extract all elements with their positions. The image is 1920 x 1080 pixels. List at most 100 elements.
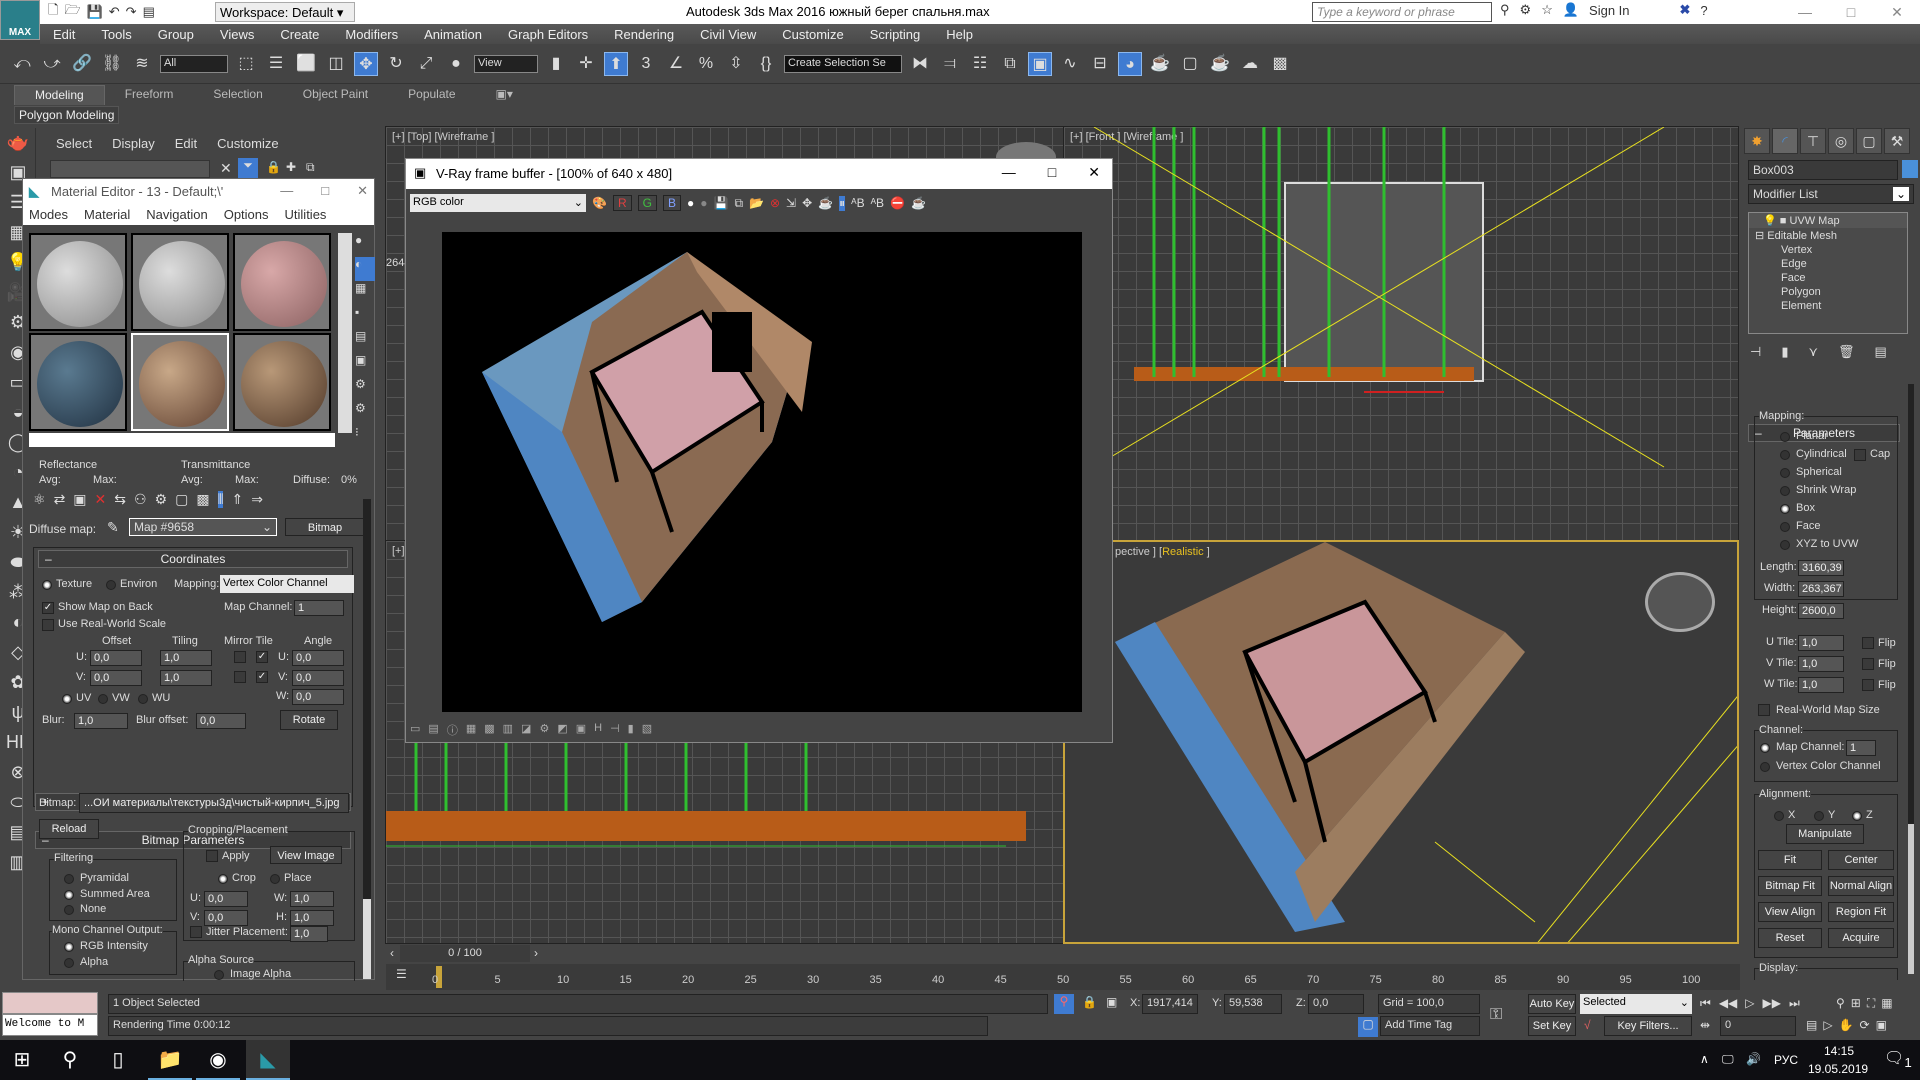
schematic-view-icon[interactable]: ⊟ (1088, 52, 1112, 76)
select-by-material-icon[interactable]: ⚙ (355, 401, 375, 425)
reset-button[interactable]: Reset (1758, 928, 1822, 948)
configure-sets-icon[interactable]: ▤ (1875, 344, 1887, 360)
maximize-button[interactable]: □ (1048, 164, 1056, 181)
channel-dropdown[interactable]: RGB color ⌄ (410, 194, 586, 212)
white-channel-icon[interactable]: ● (687, 196, 694, 210)
key-mode-toggle-icon[interactable]: ⇹ (1700, 1018, 1710, 1032)
jitter-checkbox[interactable] (190, 926, 202, 938)
time-slider-thumb[interactable]: 0 / 100 (400, 945, 530, 962)
chrome-icon[interactable]: ◉ (196, 1040, 240, 1080)
menu-customize[interactable]: Customize (769, 27, 856, 42)
u-angle-spinner[interactable]: 0,0 (292, 650, 344, 666)
v-tiling-spinner[interactable]: 1,0 (160, 670, 212, 686)
shrink-wrap-radio[interactable] (1780, 486, 1790, 496)
material-id-icon[interactable]: ⚙ (155, 491, 168, 508)
rendered-frame-window-icon[interactable]: ▢ (1178, 52, 1202, 76)
motion-tab-icon[interactable]: ◎ (1828, 128, 1854, 154)
stack-item-uvw-map[interactable]: 💡 ■ UVW Map (1749, 213, 1907, 228)
maxscript-mini-listener[interactable]: Welcome to M (2, 1014, 98, 1036)
rgb-intensity-radio[interactable] (64, 942, 74, 952)
curve-icon[interactable]: ▩ (484, 722, 494, 738)
zoom-all-icon[interactable]: ⊞ (1851, 996, 1861, 1011)
select-by-name-icon[interactable]: ☰ (264, 52, 288, 76)
lut-icon[interactable]: H (594, 722, 602, 738)
maxscript-mini-listener-pink[interactable] (2, 992, 98, 1014)
fit-button[interactable]: Fit (1758, 850, 1822, 870)
ribbon-tab-object-paint[interactable]: Object Paint (283, 85, 388, 105)
new-file-icon[interactable]: 🗋 (48, 1, 58, 23)
select-object-icon[interactable]: ⬚ (234, 52, 258, 76)
show-in-viewport-icon[interactable]: ▩ (196, 491, 209, 508)
auto-key-button[interactable]: Auto Key (1528, 994, 1576, 1014)
region-fit-button[interactable]: Region Fit (1828, 902, 1894, 922)
scroll-thumb[interactable] (363, 899, 371, 979)
hierarchy-icon[interactable]: ⧉ (306, 160, 315, 175)
material-slot-6[interactable] (233, 333, 331, 431)
pan-icon[interactable]: ✋ (1839, 1018, 1854, 1032)
maximize-viewport-icon[interactable]: ▣ (1876, 1018, 1887, 1032)
backlight-icon[interactable]: ◐ (355, 257, 375, 281)
keyboard-shortcut-override-icon[interactable]: ⬆ (604, 52, 628, 76)
time-config-icon[interactable]: ▤ (1806, 1018, 1817, 1032)
menu-create[interactable]: Create (267, 27, 332, 42)
scroll-thumb[interactable] (1908, 824, 1914, 974)
zoom-icon[interactable]: ⚲ (1836, 996, 1845, 1011)
menu-graph-editors[interactable]: Graph Editors (495, 27, 601, 42)
apply-checkbox[interactable] (206, 850, 218, 862)
put-to-library-icon[interactable]: ⚇ (134, 491, 147, 508)
rotate-button[interactable]: Rotate (280, 710, 338, 730)
color-balance-icon[interactable]: ▣ (576, 722, 586, 738)
image-alpha-radio[interactable] (214, 970, 224, 980)
x-coordinate[interactable]: 1917,414 (1142, 994, 1198, 1014)
bitmap-path-button[interactable]: ...ОИ материалы\текстуры3д\чистый-кирпич… (79, 793, 349, 813)
ribbon-options-icon[interactable]: ▣▾ (476, 85, 533, 105)
exchange-icon[interactable]: ✖ (1680, 2, 1691, 18)
lock-icon[interactable]: 🔒 (266, 160, 281, 174)
color-wheel-icon[interactable]: 🎨 (592, 196, 607, 210)
user-icon[interactable]: 👤 (1563, 2, 1579, 18)
absolute-mode-icon[interactable]: ▣ (1106, 995, 1117, 1009)
minimize-button[interactable]: — (1002, 164, 1016, 181)
scene-menu-select[interactable]: Select (56, 136, 92, 151)
scale-icon[interactable]: ⤢ (414, 52, 438, 76)
view-align-button[interactable]: View Align (1758, 902, 1822, 922)
layer-explorer-icon[interactable]: ☷ (968, 52, 992, 76)
material-slot-4[interactable] (29, 333, 127, 431)
face-radio[interactable] (1780, 522, 1790, 532)
menu-views[interactable]: Views (207, 27, 267, 42)
command-panel-scrollbar[interactable] (1908, 384, 1914, 974)
menu-scripting[interactable]: Scripting (857, 27, 934, 42)
histogram-icon[interactable]: ▥ (503, 722, 513, 738)
crop-u-spinner[interactable]: 0,0 (204, 891, 248, 907)
background-icon[interactable]: ▧ (642, 722, 652, 738)
viewcube[interactable] (1645, 572, 1715, 632)
scene-menu-customize[interactable]: Customize (217, 136, 278, 151)
key-filters-button[interactable]: Key Filters... (1604, 1016, 1692, 1036)
open-file-icon[interactable]: 🗁 (64, 1, 80, 23)
wu-radio[interactable] (138, 694, 148, 704)
ribbon-tab-freeform[interactable]: Freeform (105, 85, 194, 105)
load-image-icon[interactable]: 📂 (749, 196, 764, 210)
workspace-dropdown[interactable]: Workspace: Default ▾ (215, 2, 355, 22)
scene-explorer-icon[interactable]: ▣ (1028, 52, 1052, 76)
material-editor-icon[interactable]: ◕ (1118, 52, 1142, 76)
modify-tab-icon[interactable]: ◜ (1772, 128, 1798, 154)
manipulate-button[interactable]: Manipulate (1786, 824, 1864, 844)
default-tangents-icon[interactable]: √ (1584, 1018, 1591, 1032)
cylindrical-radio[interactable] (1780, 450, 1790, 460)
layers-icon[interactable]: ⧉ (998, 52, 1022, 76)
duplicate-icon[interactable]: ⇲ (786, 196, 796, 210)
width-spinner[interactable]: 263,367 (1798, 581, 1844, 597)
material-slot-5-active[interactable] (131, 333, 229, 431)
length-spinner[interactable]: 3160,39 (1798, 560, 1844, 576)
material-slot-1[interactable] (29, 233, 127, 331)
time-tag-icon[interactable]: ▢ (1358, 1017, 1378, 1037)
ribbon-tab-modeling[interactable]: Modeling (14, 85, 105, 105)
texture-radio[interactable] (42, 580, 52, 590)
map-channel-spinner[interactable]: 1 (294, 600, 344, 616)
next-frame-arrow[interactable]: › (534, 946, 538, 960)
go-to-end-icon[interactable]: ⏭ (1789, 996, 1800, 1011)
close-button[interactable]: ✕ (1088, 164, 1100, 181)
align-icon[interactable]: ⫤ (938, 52, 962, 76)
align-z-radio[interactable] (1852, 811, 1862, 821)
